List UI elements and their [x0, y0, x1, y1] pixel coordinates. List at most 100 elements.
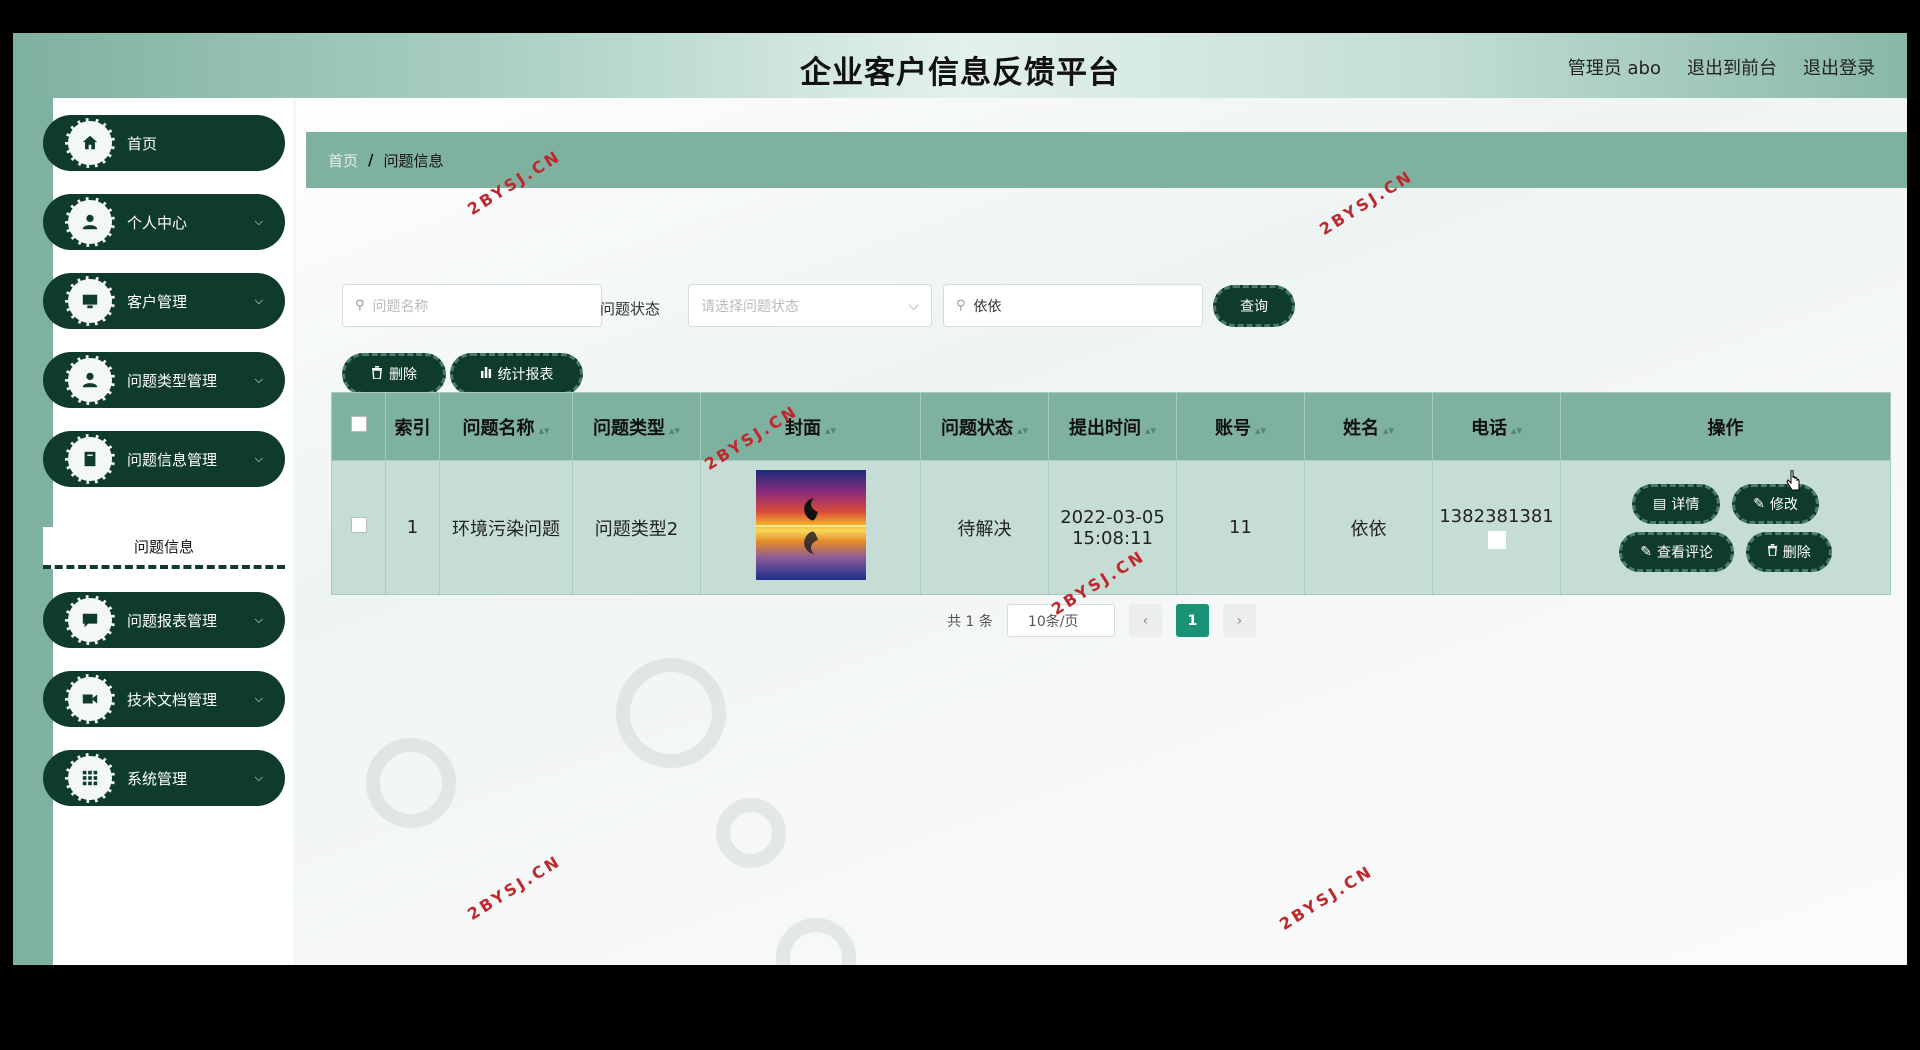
header-question-name[interactable]: 问题名称 ▴▾ [439, 392, 573, 461]
question-status-select[interactable]: 请选择问题状态 ⌵ [688, 284, 932, 327]
sidebar-item-customer-management[interactable]: 客户管理 ⌵ [43, 273, 285, 329]
main-content: 首页 / 问题信息 ⚲ 问题名称 问题状态 请选择问题状态 ⌵ ⚲ 依依 查询 … [296, 98, 1907, 965]
sidebar-item-personal-center[interactable]: 个人中心 ⌵ [43, 194, 285, 250]
sidebar-item-tech-doc-management[interactable]: 技术文档管理 ⌵ [43, 671, 285, 727]
cell-question-name: 环境污染问题 [439, 460, 573, 595]
home-icon [65, 118, 115, 168]
phone-blank-marker [1487, 531, 1506, 549]
page-number-button[interactable]: 1 [1175, 604, 1209, 637]
sidebar-item-label: 技术文档管理 [127, 690, 218, 709]
bar-chart-icon [480, 366, 492, 382]
sidebar-subitem-question-info[interactable]: 问题信息 [43, 527, 285, 569]
sort-icon[interactable]: ▴▾ [825, 424, 836, 437]
prev-page-button[interactable]: ‹ [1128, 604, 1162, 637]
sidebar-item-label: 个人中心 [127, 213, 188, 232]
header-label: 账号 [1214, 417, 1251, 439]
pagination: 共 1 条 10条/页 ‹ 1 › [296, 604, 1907, 637]
current-user: 管理员 abo [1567, 58, 1661, 79]
chevron-left-icon: ‹ [1142, 612, 1149, 629]
page-size-value: 10条/页 [1027, 613, 1079, 630]
batch-delete-label: 删除 [389, 367, 417, 383]
detail-button[interactable]: ▤ 详情 [1632, 483, 1721, 524]
trash-icon [371, 365, 383, 383]
sidebar-item-question-report-management[interactable]: 问题报表管理 ⌵ [43, 592, 285, 648]
exit-to-front-link[interactable]: 退出到前台 [1687, 54, 1777, 80]
cell-status: 待解决 [920, 460, 1049, 595]
sidebar-item-system-management[interactable]: 系统管理 ⌵ [43, 750, 285, 806]
row-delete-button[interactable]: 删除 [1745, 531, 1832, 572]
user-icon [65, 355, 115, 405]
logout-link[interactable]: 退出登录 [1803, 54, 1875, 80]
cell-question-type: 问题类型2 [572, 460, 701, 595]
header-label: 问题名称 [462, 417, 535, 439]
cell-index: 1 [385, 460, 440, 595]
header-select-all[interactable] [331, 392, 386, 461]
chevron-down-icon: ⌵ [254, 294, 263, 307]
question-name-search-input[interactable]: ⚲ 问题名称 [342, 284, 602, 327]
header-status[interactable]: 问题状态 ▴▾ [920, 392, 1049, 461]
cell-phone: 1382381381 [1432, 460, 1561, 595]
sort-icon[interactable]: ▴▾ [538, 424, 549, 437]
breadcrumb-home-link[interactable]: 首页 [328, 150, 358, 171]
search-icon: ⚲ [355, 298, 365, 313]
background-decoration [716, 798, 786, 868]
header-account[interactable]: 账号 ▴▾ [1176, 392, 1305, 461]
chevron-down-icon: ⌵ [254, 215, 263, 228]
cell-actions: ▤ 详情 ✎ 修改 ✎ 查看评论 删除 [1560, 460, 1891, 595]
question-name-placeholder: 问题名称 [372, 298, 429, 315]
next-page-button[interactable]: › [1222, 604, 1256, 637]
trash-icon [1767, 543, 1778, 560]
table-header-row: 索引 问题名称 ▴▾ 问题类型 ▴▾ 封面 ▴▾ 问题状态 ▴▾ 提出时间 ▴▾ 账号 ▴▾… [331, 392, 1891, 461]
row-checkbox[interactable] [350, 517, 367, 533]
header-phone[interactable]: 电话 ▴▾ [1432, 392, 1561, 461]
chat-icon [65, 595, 115, 645]
header-person-name[interactable]: 姓名 ▴▾ [1304, 392, 1433, 461]
sidebar: 首页 个人中心 ⌵ 客户管理 ⌵ 问题类型管理 ⌵ 问题信息管理 ⌵ 问题信息 … [43, 98, 293, 965]
cell-cover [700, 460, 921, 595]
sidebar-item-question-info-management[interactable]: 问题信息管理 ⌵ [43, 431, 285, 487]
header-label: 提出时间 [1068, 417, 1141, 439]
sidebar-item-label: 问题报表管理 [127, 611, 218, 630]
sidebar-item-home[interactable]: 首页 [43, 115, 285, 171]
sidebar-item-label: 问题类型管理 [127, 371, 218, 390]
sort-icon[interactable]: ▴▾ [1511, 424, 1522, 437]
header-label: 操作 [1707, 417, 1744, 439]
sort-icon[interactable]: ▴▾ [669, 424, 680, 437]
sidebar-item-label: 客户管理 [127, 292, 188, 311]
batch-delete-button[interactable]: 删除 [342, 353, 446, 395]
sort-icon[interactable]: ▴▾ [1255, 424, 1266, 437]
view-comments-label: 查看评论 [1657, 544, 1713, 561]
sidebar-item-label: 系统管理 [127, 769, 188, 788]
query-button[interactable]: 查询 [1213, 285, 1295, 327]
sidebar-item-label: 问题信息管理 [127, 450, 218, 469]
view-comments-button[interactable]: ✎ 查看评论 [1619, 531, 1734, 572]
name-search-input[interactable]: ⚲ 依依 [943, 284, 1203, 327]
phone-value: 1382381381 [1439, 506, 1554, 527]
header-submit-time[interactable]: 提出时间 ▴▾ [1048, 392, 1177, 461]
cover-image[interactable] [755, 470, 866, 580]
edit-button[interactable]: ✎ 修改 [1732, 483, 1819, 524]
question-status-placeholder: 请选择问题状态 [701, 298, 799, 315]
mouse-cursor-icon [1786, 469, 1802, 496]
header-question-type[interactable]: 问题类型 ▴▾ [572, 392, 701, 461]
sort-icon[interactable]: ▴▾ [1017, 424, 1028, 437]
cell-person-name: 依依 [1304, 460, 1433, 595]
background-decoration [776, 918, 856, 965]
statistics-report-label: 统计报表 [497, 367, 554, 383]
select-all-checkbox[interactable] [350, 416, 367, 432]
question-status-label: 问题状态 [600, 300, 661, 318]
header-label: 电话 [1470, 417, 1507, 439]
header-actions: 管理员 abo 退出到前台 退出登录 [1568, 54, 1875, 80]
sort-icon[interactable]: ▴▾ [1383, 424, 1394, 437]
monitor-icon [65, 276, 115, 326]
query-button-label: 查询 [1240, 299, 1268, 315]
sidebar-item-question-type-management[interactable]: 问题类型管理 ⌵ [43, 352, 285, 408]
header-label: 问题类型 [592, 417, 665, 439]
breadcrumb-current: 问题信息 [383, 151, 444, 170]
chevron-down-icon: ⌵ [254, 452, 263, 465]
chevron-down-icon: ⌵ [254, 692, 263, 705]
sort-icon[interactable]: ▴▾ [1145, 424, 1156, 437]
chevron-down-icon: ⌵ [908, 297, 919, 314]
statistics-report-button[interactable]: 统计报表 [450, 353, 583, 395]
chevron-down-icon: ⌵ [254, 373, 263, 386]
